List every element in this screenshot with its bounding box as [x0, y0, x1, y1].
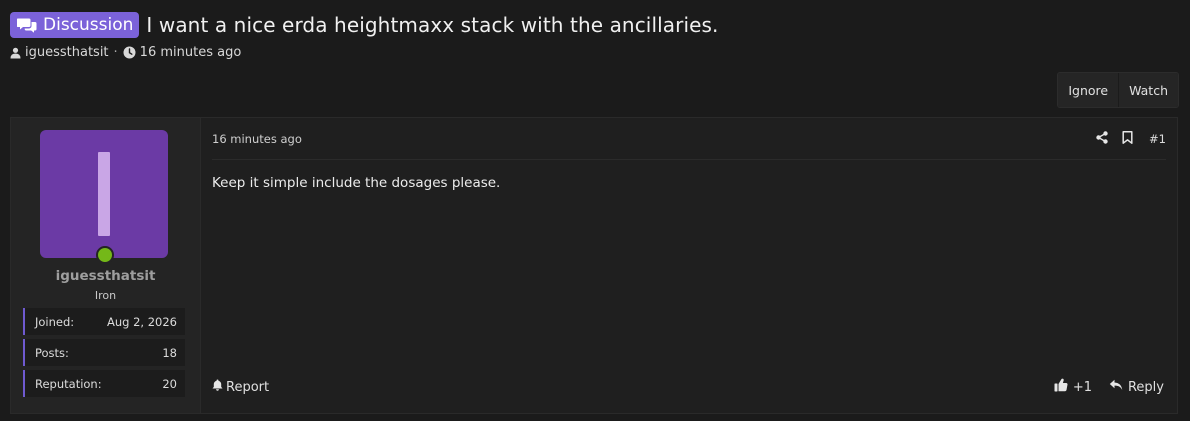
stat-posts: Posts: 18 [23, 339, 185, 366]
reply-button[interactable]: Reply [1109, 379, 1164, 395]
user-icon [10, 47, 21, 59]
ignore-button[interactable]: Ignore [1058, 73, 1119, 107]
bell-icon [212, 379, 223, 395]
post-date[interactable]: 16 minutes ago [212, 132, 302, 146]
title-row: Discussion I want a nice erda heightmaxx… [10, 10, 1180, 39]
stat-reputation-value: 20 [162, 376, 177, 391]
thread-author-link[interactable]: iguessthatsit [25, 45, 109, 60]
thread-time[interactable]: 16 minutes ago [140, 45, 242, 60]
stat-posts-label: Posts: [35, 345, 69, 360]
meta-separator: · [113, 45, 118, 60]
stat-joined: Joined: Aug 2, 2026 [23, 308, 185, 335]
avatar[interactable] [40, 130, 168, 258]
thread-title: I want a nice erda heightmaxx stack with… [146, 12, 719, 37]
report-label: Report [226, 379, 270, 395]
clock-icon [123, 46, 136, 59]
like-count: +1 [1072, 379, 1092, 395]
user-title: Iron [94, 289, 117, 302]
post-footer: Report +1 Reply [212, 377, 1164, 397]
thread-header: Discussion I want a nice erda heightmaxx… [10, 10, 1180, 60]
post-user-cell: iguessthatsit Iron Joined: Aug 2, 2026 P… [11, 118, 201, 413]
post-body: Keep it simple include the dosages pleas… [212, 175, 501, 191]
post-header-actions: #1 [1096, 129, 1166, 148]
reply-label: Reply [1127, 379, 1164, 395]
report-link[interactable]: Report [212, 379, 269, 395]
post: iguessthatsit Iron Joined: Aug 2, 2026 P… [10, 117, 1178, 414]
thread-meta: iguessthatsit · 16 minutes ago [10, 45, 1180, 60]
avatar-letter [98, 152, 110, 236]
post-header: 16 minutes ago #1 [212, 118, 1166, 160]
post-number-link[interactable]: #1 [1149, 132, 1166, 146]
bookmark-icon[interactable] [1122, 129, 1133, 148]
stat-joined-value: Aug 2, 2026 [106, 314, 177, 329]
like-button[interactable]: +1 [1054, 378, 1092, 396]
post-message-cell: 16 minutes ago #1 Keep it simple include… [200, 118, 1177, 413]
prefix-badge[interactable]: Discussion [10, 11, 140, 38]
reply-icon [1109, 379, 1123, 395]
online-status-indicator [96, 246, 114, 264]
stat-joined-label: Joined: [35, 314, 75, 329]
watch-button[interactable]: Watch [1118, 73, 1178, 107]
share-icon[interactable] [1096, 129, 1108, 148]
post-footer-actions: +1 Reply [1054, 378, 1164, 396]
thumbs-up-icon [1054, 378, 1068, 396]
stat-reputation-label: Reputation: [35, 376, 102, 391]
post-username[interactable]: iguessthatsit [11, 268, 200, 284]
prefix-label: Discussion [43, 14, 134, 35]
stat-posts-value[interactable]: 18 [162, 346, 177, 360]
thread-action-buttons: Ignore Watch [1057, 72, 1179, 108]
stat-reputation: Reputation: 20 [23, 370, 185, 397]
comments-icon [17, 17, 37, 33]
